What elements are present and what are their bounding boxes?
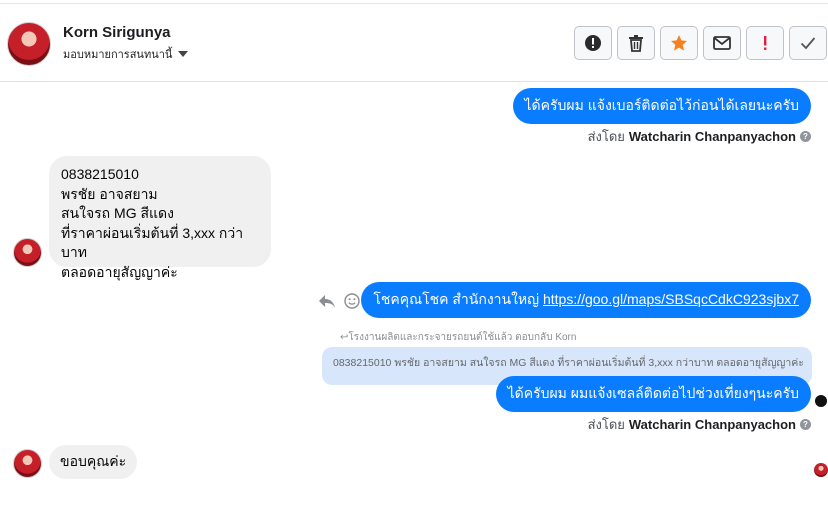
outgoing-message-with-link[interactable]: โชคคุณโชค สำนักงานใหญ่ https://goo.gl/ma… [361,282,811,318]
sent-by-prefix: ส่งโดย [587,129,625,144]
sender-avatar[interactable] [13,449,42,478]
maps-link[interactable]: https://goo.gl/maps/SBSqcCdkC923sjbx7 [543,291,799,307]
help-icon[interactable]: ? [800,419,811,430]
contact-name[interactable]: Korn Sirigunya [63,24,171,41]
message-line: พรชัย อาจสยาม [61,185,158,202]
assign-label: มอบหมายการสนทนานี้ [63,49,173,61]
check-icon [800,37,816,50]
assign-conversation-dropdown[interactable]: มอบหมายการสนทนานี้ [63,45,189,63]
message-actions [318,293,360,309]
sender-name[interactable]: Watcharin Chanpanyachon [629,417,796,432]
report-spam-button[interactable] [574,26,612,60]
reply-note: ↩โรงงานผลิตและกระจายรถยนต์ใช้แล้ว ตอบกลั… [340,330,576,345]
incoming-message[interactable]: 0838215010 พรชัย อาจสยาม สนใจรถ MG สีแดง… [49,156,271,280]
star-button[interactable] [660,26,698,60]
exclamation-icon [764,36,767,50]
status-icon [815,395,827,407]
mark-done-button[interactable] [789,26,827,60]
mark-unread-button[interactable] [703,26,741,60]
action-toolbar [574,26,827,60]
outgoing-reply-message[interactable]: ได้ครับผม ผมแจ้งเซลล์ติดต่อไปช่วงเที่ยงๆ… [495,376,811,412]
chevron-down-icon [178,51,189,57]
outgoing-message[interactable]: ได้ครับผม แจ้งเบอร์ติดต่อไว้ก่อนได้เลยนะ… [512,88,811,124]
help-icon[interactable]: ? [800,131,811,142]
delete-button[interactable] [617,26,655,60]
conversation-header: Korn Sirigunya มอบหมายการสนทนานี้ [0,4,828,82]
reply-icon[interactable] [318,293,336,309]
sender-name[interactable]: Watcharin Chanpanyachon [629,129,796,144]
sent-by-prefix: ส่งโดย [587,417,625,432]
message-line: สนใจรถ MG สีแดง [61,205,174,221]
sender-avatar[interactable] [13,238,42,267]
message-line: ที่ราคาผ่อนเริ่มต้นที่ 3,xxx กว่าบาท [61,224,244,261]
mail-icon [713,36,731,50]
sent-by-label: ส่งโดย Watcharin Chanpanyachon ? [588,126,811,147]
incoming-message[interactable]: ขอบคุณค่ะ [49,445,138,479]
message-line: ตลอดอายุสัญญาค่ะ [61,263,178,280]
trash-icon [629,35,643,52]
alert-icon [585,35,601,51]
reply-note-text: โรงงานผลิตและกระจายรถยนต์ใช้แล้ว ตอบกลับ… [348,332,577,343]
message-text: โชคคุณโชค สำนักงานใหญ่ [373,291,543,307]
emoji-icon[interactable] [344,293,360,309]
star-icon [671,35,687,51]
contact-avatar[interactable] [7,22,51,66]
mark-important-button[interactable] [746,26,784,60]
message-line: 0838215010 [61,166,139,182]
sent-by-label: ส่งโดย Watcharin Chanpanyachon ? [588,414,811,435]
read-receipt-avatar [814,463,828,477]
